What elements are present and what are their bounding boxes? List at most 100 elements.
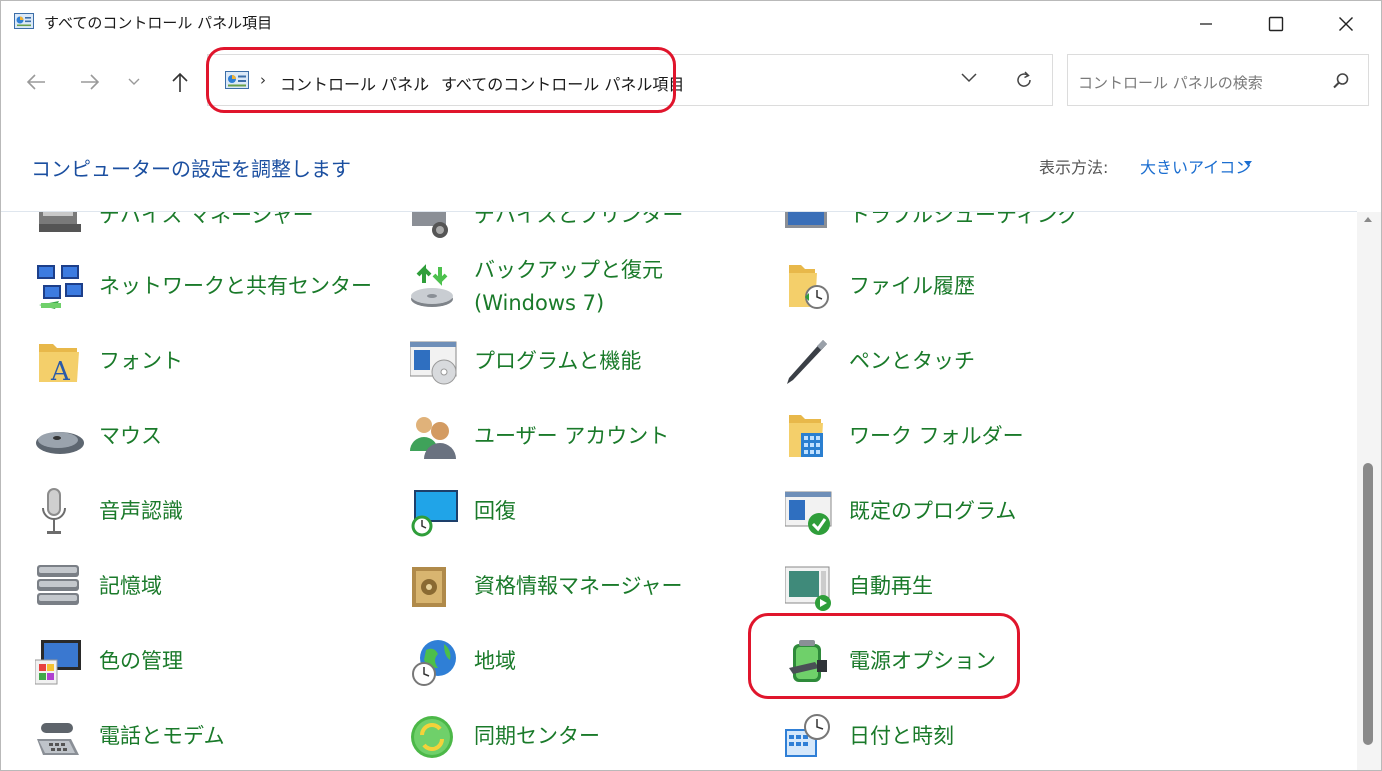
item-label: 自動再生 <box>849 574 933 598</box>
users-icon <box>410 417 456 459</box>
list-item[interactable]: A フォント <box>35 338 365 388</box>
close-icon <box>1339 17 1353 31</box>
caret-down-icon[interactable] <box>1244 161 1252 166</box>
microphone-icon <box>42 488 66 534</box>
item-label: ファイル履歴 <box>849 274 975 298</box>
list-item[interactable]: 音声認識 <box>35 488 365 538</box>
item-label: 回復 <box>474 499 516 523</box>
item-label: バックアップと復元 (Windows 7) <box>474 254 663 320</box>
view-by-label: 表示方法: <box>1039 158 1109 177</box>
item-label-line2: (Windows 7) <box>474 291 605 315</box>
storage-icon <box>37 565 79 605</box>
programs-icon <box>410 341 457 385</box>
scroll-up-icon[interactable] <box>1363 215 1373 223</box>
work-folders-icon <box>789 415 823 457</box>
item-label: デバイスとプリンター <box>474 212 684 227</box>
refresh-icon[interactable] <box>1014 70 1034 90</box>
vault-icon <box>412 567 446 607</box>
list-item[interactable]: ペンとタッチ <box>785 338 1115 388</box>
datetime-icon <box>785 714 830 757</box>
list-item[interactable]: デバイス マネージャー <box>35 212 365 242</box>
list-item[interactable]: 同期センター <box>410 713 740 763</box>
control-panel-items: デバイス マネージャー ネットワークと共有センター A フォント マウス 音声認… <box>1 212 1357 770</box>
item-label: 既定のプログラム <box>849 499 1017 523</box>
scrollbar-thumb[interactable] <box>1363 463 1373 745</box>
globe-icon <box>412 640 456 686</box>
forward-button[interactable] <box>75 67 105 97</box>
list-item[interactable]: プログラムと機能 <box>410 338 740 388</box>
breadcrumb-separator-icon: › <box>420 71 426 89</box>
item-label: フォント <box>99 349 183 373</box>
window-title: すべてのコントロール パネル項目 <box>44 14 273 32</box>
search-box[interactable]: コントロール パネルの検索 <box>1067 54 1369 106</box>
list-item[interactable]: ユーザー アカウント <box>410 413 740 463</box>
power-icon <box>789 640 827 682</box>
item-label: ワーク フォルダー <box>849 424 1024 448</box>
list-item[interactable]: 資格情報マネージャー <box>410 563 740 613</box>
device-manager-icon <box>39 212 81 232</box>
navigation-bar: › コントロール パネル › すべてのコントロール パネル項目 コントロール パ… <box>1 51 1381 113</box>
list-item[interactable]: 自動再生 <box>785 563 1115 613</box>
color-management-icon <box>35 640 81 685</box>
list-item[interactable]: ネットワークと共有センター <box>35 263 372 313</box>
pen-icon <box>787 340 827 384</box>
list-item[interactable]: マウス <box>35 413 365 463</box>
list-item[interactable]: 回復 <box>410 488 740 538</box>
item-label: 記憶域 <box>99 574 162 598</box>
default-programs-icon <box>785 491 832 535</box>
control-panel-icon <box>225 71 249 89</box>
item-label: マウス <box>99 424 162 448</box>
svg-text:A: A <box>50 357 71 387</box>
breadcrumb-all-items[interactable]: すべてのコントロール パネル項目 <box>441 71 684 95</box>
minimize-button[interactable] <box>1171 1 1241 47</box>
list-item[interactable]: 記憶域 <box>35 563 365 613</box>
item-label: ネットワークと共有センター <box>99 274 372 298</box>
list-item[interactable]: ワーク フォルダー <box>785 413 1115 463</box>
troubleshoot-icon <box>785 212 827 228</box>
item-label: 電話とモデム <box>99 724 225 748</box>
list-item[interactable]: 日付と時刻 <box>785 713 1115 763</box>
list-item[interactable]: 電話とモデム <box>35 713 365 763</box>
item-label: 同期センター <box>474 724 600 748</box>
control-panel-window: すべてのコントロール パネル項目 › コントロール パネル › すべてのコントロ… <box>0 0 1382 771</box>
item-label: 地域 <box>474 649 516 673</box>
back-button[interactable] <box>21 67 51 97</box>
list-item[interactable]: ファイル履歴 <box>785 263 1115 313</box>
up-button[interactable] <box>165 67 195 97</box>
item-label: プログラムと機能 <box>474 349 642 373</box>
view-by-dropdown[interactable]: 大きいアイコン <box>1140 154 1251 178</box>
item-label: 色の管理 <box>99 649 183 673</box>
list-item[interactable]: バックアップと復元 (Windows 7) <box>410 258 740 315</box>
list-item[interactable]: デバイスとプリンター <box>410 212 740 242</box>
item-label: 音声認識 <box>99 499 183 523</box>
fonts-icon: A <box>39 344 79 387</box>
backup-icon <box>411 264 453 307</box>
maximize-button[interactable] <box>1241 1 1311 47</box>
address-bar[interactable]: › コントロール パネル › すべてのコントロール パネル項目 <box>207 54 1053 106</box>
page-title: コンピューターの設定を調整します <box>31 157 351 181</box>
chevron-down-icon[interactable] <box>960 72 978 84</box>
list-item[interactable]: 色の管理 <box>35 638 365 688</box>
list-item[interactable]: 地域 <box>410 638 740 688</box>
item-label: 日付と時刻 <box>849 724 954 748</box>
network-icon <box>37 265 83 309</box>
phone-icon <box>37 723 79 755</box>
minimize-icon <box>1200 23 1212 25</box>
list-item[interactable]: トラブルシューティング <box>785 212 1115 242</box>
chevron-down-icon <box>128 78 140 85</box>
arrow-right-icon <box>81 74 100 90</box>
maximize-icon <box>1268 16 1284 32</box>
item-label: デバイス マネージャー <box>99 212 314 227</box>
close-button[interactable] <box>1311 1 1381 47</box>
autoplay-icon <box>785 566 831 611</box>
breadcrumb-control-panel[interactable]: コントロール パネル <box>280 71 429 95</box>
mouse-icon <box>36 432 84 454</box>
search-icon[interactable] <box>1332 72 1350 90</box>
search-placeholder: コントロール パネルの検索 <box>1078 74 1263 92</box>
arrow-left-icon <box>26 74 45 90</box>
list-item[interactable]: 電源オプション <box>785 638 1115 688</box>
recovery-icon <box>411 490 458 537</box>
list-item[interactable]: 既定のプログラム <box>785 488 1115 538</box>
sync-icon <box>411 716 453 758</box>
recent-locations-button[interactable] <box>119 67 149 97</box>
